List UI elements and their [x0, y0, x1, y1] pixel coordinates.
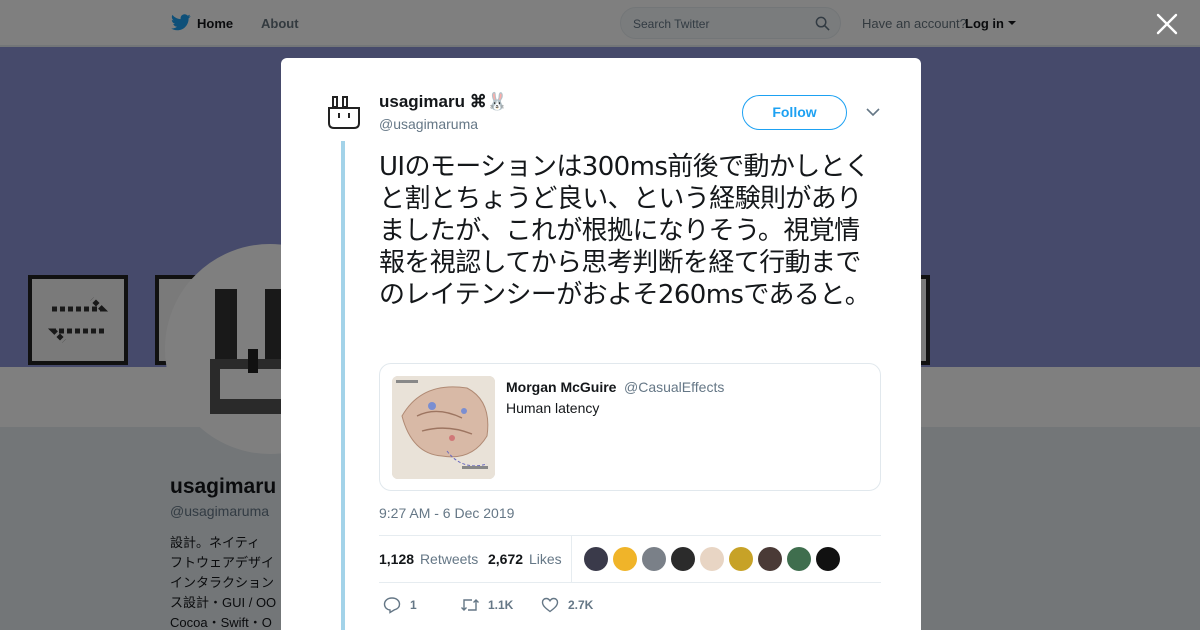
- liker-avatar[interactable]: [758, 547, 782, 571]
- reply-count: 1: [410, 598, 417, 612]
- likes-stat[interactable]: 2,672 Likes: [488, 551, 562, 567]
- quoted-author-handle: @CasualEffects: [624, 379, 725, 395]
- liker-avatar[interactable]: [787, 547, 811, 571]
- like-count: 2.7K: [568, 598, 594, 612]
- liker-avatar[interactable]: [671, 547, 695, 571]
- liker-avatar[interactable]: [729, 547, 753, 571]
- quoted-tweet-image: [392, 376, 495, 479]
- author-handle[interactable]: @usagimaruma: [379, 116, 478, 132]
- retweets-label: Retweets: [419, 551, 479, 567]
- likes-label: Likes: [528, 551, 562, 567]
- thread-line: [341, 141, 345, 630]
- brain-diagram-image: [392, 376, 495, 479]
- retweets-count: 1,128: [379, 551, 415, 567]
- quoted-author-name: Morgan McGuire: [506, 379, 617, 395]
- retweet-count: 1.1K: [488, 598, 514, 612]
- liker-avatar[interactable]: [816, 547, 840, 571]
- tweet-text: UIのモーションは300ms前後で動かしとくと割とちょうど良い、という経験則があ…: [379, 152, 871, 310]
- liker-avatar[interactable]: [700, 547, 724, 571]
- tweet-stats: 1,128 Retweets 2,672 Likes: [379, 535, 881, 583]
- author-name[interactable]: usagimaru ⌘🐰: [379, 92, 508, 112]
- quoted-tweet-card[interactable]: Morgan McGuire @CasualEffects Human late…: [379, 363, 881, 491]
- liker-avatar[interactable]: [613, 547, 637, 571]
- reply-icon: [383, 597, 401, 614]
- likes-count: 2,672: [488, 551, 524, 567]
- liker-avatar[interactable]: [642, 547, 666, 571]
- close-icon[interactable]: [1155, 12, 1179, 36]
- tweet-timestamp[interactable]: 9:27 AM - 6 Dec 2019: [379, 505, 514, 521]
- author-avatar[interactable]: [326, 94, 362, 130]
- heart-icon: [541, 597, 559, 613]
- follow-button[interactable]: Follow: [742, 95, 847, 130]
- stats-divider: [571, 536, 572, 582]
- chevron-down-icon[interactable]: [865, 106, 881, 118]
- retweet-icon: [461, 599, 479, 611]
- tweet-modal: usagimaru ⌘🐰 @usagimaruma Follow UIのモーショ…: [281, 58, 921, 630]
- liker-avatar[interactable]: [584, 547, 608, 571]
- retweets-stat[interactable]: 1,128 Retweets: [379, 551, 478, 567]
- quoted-tweet-text: Human latency: [506, 400, 600, 416]
